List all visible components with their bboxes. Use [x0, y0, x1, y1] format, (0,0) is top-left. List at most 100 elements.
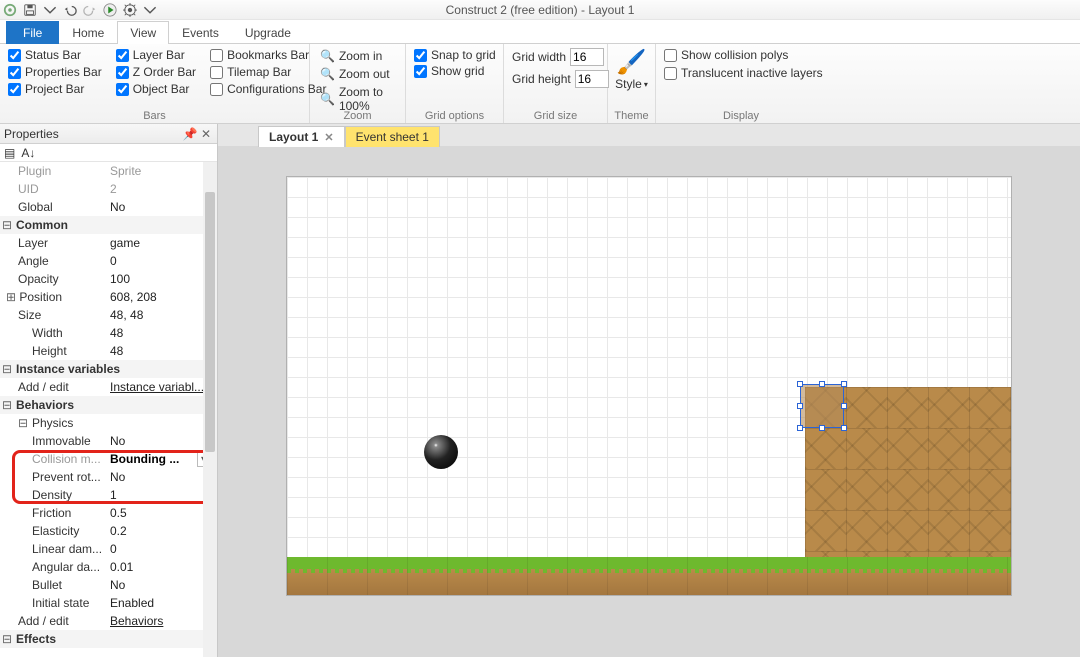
- resize-handle[interactable]: [841, 381, 847, 387]
- prop-size[interactable]: Size48, 48: [0, 306, 217, 324]
- resize-handle[interactable]: [797, 425, 803, 431]
- tab-upgrade[interactable]: Upgrade: [232, 21, 304, 44]
- tab-events[interactable]: Events: [169, 21, 232, 44]
- main-area: Properties 📌 ✕ ▤ A↓ PluginSprite UID2 Gl…: [0, 124, 1080, 657]
- chk-tilemap-bar[interactable]: Tilemap Bar: [210, 65, 326, 79]
- ground-sprite[interactable]: [287, 557, 1011, 595]
- construct-logo-icon[interactable]: [2, 2, 18, 18]
- resize-handle[interactable]: [819, 381, 825, 387]
- tab-view[interactable]: View: [117, 21, 169, 44]
- pin-icon[interactable]: 📌: [183, 127, 197, 141]
- chk-zorder-bar[interactable]: Z Order Bar: [116, 65, 196, 79]
- prop-plugin: PluginSprite: [0, 162, 217, 180]
- chk-layer-bar[interactable]: Layer Bar: [116, 48, 196, 62]
- categorize-icon[interactable]: ▤: [4, 146, 15, 160]
- prop-elasticity[interactable]: Elasticity0.2: [0, 522, 217, 540]
- chk-translucent-layers[interactable]: Translucent inactive layers: [664, 66, 818, 80]
- section-instance-vars[interactable]: ⊟Instance variables: [0, 360, 217, 378]
- prop-immovable[interactable]: ImmovableNo: [0, 432, 217, 450]
- prop-uid: UID2: [0, 180, 217, 198]
- properties-header: Properties 📌 ✕: [0, 124, 217, 144]
- run-icon[interactable]: [102, 2, 118, 18]
- brush-icon[interactable]: 🖌️: [617, 48, 647, 77]
- prop-ivars-addedit[interactable]: Add / editInstance variabl...: [0, 378, 217, 396]
- properties-toolbar: ▤ A↓: [0, 144, 217, 162]
- section-common[interactable]: ⊟Common: [0, 216, 217, 234]
- selected-tile-sprite[interactable]: [800, 384, 844, 428]
- resize-handle[interactable]: [841, 403, 847, 409]
- tab-file[interactable]: File: [6, 21, 59, 44]
- prop-width[interactable]: Width48: [0, 324, 217, 342]
- chk-configurations-bar[interactable]: Configurations Bar: [210, 82, 326, 96]
- chk-properties-bar[interactable]: Properties Bar: [8, 65, 102, 79]
- close-tab-icon[interactable]: ✕: [324, 132, 333, 144]
- group-label: Theme: [608, 110, 655, 122]
- tab-home[interactable]: Home: [59, 21, 117, 44]
- chk-status-bar[interactable]: Status Bar: [8, 48, 102, 62]
- zoom-out-button[interactable]: 🔍Zoom out: [318, 66, 397, 82]
- qat-menu-dropdown-icon[interactable]: [142, 2, 158, 18]
- prop-density[interactable]: Density1: [0, 486, 217, 504]
- tab-layout1[interactable]: Layout 1✕: [258, 126, 345, 147]
- chk-project-bar[interactable]: Project Bar: [8, 82, 102, 96]
- chk-show-grid[interactable]: Show grid: [414, 64, 495, 78]
- qat-dropdown-icon[interactable]: [42, 2, 58, 18]
- grid-width-row: Grid width: [512, 48, 599, 66]
- ribbon-group-display: Show collision polys Translucent inactiv…: [656, 44, 826, 123]
- group-label: Grid options: [406, 110, 503, 122]
- resize-handle[interactable]: [797, 403, 803, 409]
- ribbon-group-zoom: 🔍Zoom in 🔍Zoom out 🔍Zoom to 100% Zoom: [310, 44, 406, 123]
- resize-handle[interactable]: [841, 425, 847, 431]
- chk-bookmarks-bar[interactable]: Bookmarks Bar: [210, 48, 326, 62]
- prop-global[interactable]: GlobalNo: [0, 198, 217, 216]
- prop-bullet[interactable]: BulletNo: [0, 576, 217, 594]
- grid-height-label: Grid height: [512, 72, 571, 86]
- prop-linear-damping[interactable]: Linear dam...0: [0, 540, 217, 558]
- close-icon[interactable]: ✕: [199, 127, 213, 141]
- zoom-in-button[interactable]: 🔍Zoom in: [318, 48, 397, 64]
- quick-access-toolbar: Construct 2 (free edition) - Layout 1: [0, 0, 1080, 20]
- grid-height-input[interactable]: [575, 70, 609, 88]
- resize-handle[interactable]: [819, 425, 825, 431]
- properties-panel: Properties 📌 ✕ ▤ A↓ PluginSprite UID2 Gl…: [0, 124, 218, 657]
- properties-scrollbar[interactable]: [203, 162, 217, 657]
- collapse-icon: ⊟: [2, 362, 12, 376]
- prop-height[interactable]: Height48: [0, 342, 217, 360]
- section-effects[interactable]: ⊟Effects: [0, 630, 217, 648]
- sort-az-icon[interactable]: A↓: [21, 146, 35, 160]
- chk-show-collision-polys[interactable]: Show collision polys: [664, 48, 818, 62]
- undo-icon[interactable]: [62, 2, 78, 18]
- grid-width-input[interactable]: [570, 48, 604, 66]
- collapse-icon: ⊟: [2, 218, 12, 232]
- prop-layer[interactable]: Layergame: [0, 234, 217, 252]
- properties-title: Properties: [4, 127, 59, 141]
- prop-position[interactable]: ⊞ Position608, 208: [0, 288, 217, 306]
- ball-sprite[interactable]: [424, 435, 458, 469]
- layout-viewport[interactable]: [218, 146, 1080, 657]
- tab-event-sheet1[interactable]: Event sheet 1: [345, 126, 440, 147]
- group-label: Zoom: [310, 110, 405, 122]
- save-icon[interactable]: [22, 2, 38, 18]
- style-dropdown[interactable]: Style▾: [615, 77, 648, 91]
- redo-icon[interactable]: [82, 2, 98, 18]
- prop-prevent-rotation[interactable]: Prevent rot...No: [0, 468, 217, 486]
- chk-snap-to-grid[interactable]: Snap to grid: [414, 48, 495, 62]
- prop-collision-mask[interactable]: Collision m...Bounding ...▾: [0, 450, 217, 468]
- prop-angular-damping[interactable]: Angular da...0.01: [0, 558, 217, 576]
- prop-beh-addedit[interactable]: Add / editBehaviors: [0, 612, 217, 630]
- chk-object-bar[interactable]: Object Bar: [116, 82, 196, 96]
- prop-angle[interactable]: Angle0: [0, 252, 217, 270]
- prop-opacity[interactable]: Opacity100: [0, 270, 217, 288]
- collapse-icon: ⊟: [2, 632, 12, 646]
- prop-friction[interactable]: Friction0.5: [0, 504, 217, 522]
- prop-initial-state[interactable]: Initial stateEnabled: [0, 594, 217, 612]
- section-behaviors[interactable]: ⊟Behaviors: [0, 396, 217, 414]
- resize-handle[interactable]: [797, 381, 803, 387]
- layout-canvas[interactable]: [286, 176, 1012, 596]
- scrollbar-thumb[interactable]: [205, 192, 215, 452]
- grid-width-label: Grid width: [512, 50, 566, 64]
- subsection-physics[interactable]: ⊟Physics: [0, 414, 217, 432]
- collapse-icon: ⊟: [18, 416, 28, 430]
- ribbon-group-bars: Status Bar Properties Bar Project Bar La…: [0, 44, 310, 123]
- debug-icon[interactable]: [122, 2, 138, 18]
